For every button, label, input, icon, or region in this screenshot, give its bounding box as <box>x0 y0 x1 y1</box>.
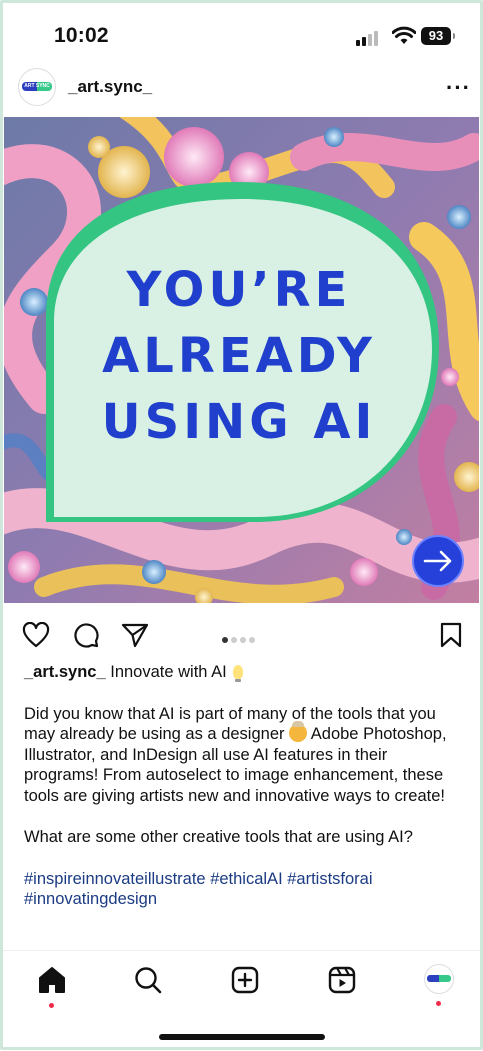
caption-question: What are some other creative tools that … <box>24 828 413 846</box>
headline-line: YOU’RE <box>126 262 352 318</box>
comment-icon[interactable] <box>73 622 99 648</box>
status-time: 10:02 <box>54 24 109 47</box>
carousel-dot <box>249 637 255 643</box>
post-image[interactable]: YOU’RE ALREADY USING AI <box>4 117 479 603</box>
arrow-right-icon <box>423 550 452 572</box>
caption-paragraph: Did you know that AI is part of many of … <box>24 704 459 807</box>
caption-hashtags[interactable]: #inspireinnovateillustrate #ethicalAI #a… <box>24 869 459 910</box>
headline-line: USING AI <box>101 394 377 450</box>
carousel-dot <box>222 637 228 643</box>
create-icon[interactable] <box>230 965 260 995</box>
search-icon[interactable] <box>133 965 163 995</box>
post-username[interactable]: _art.sync_ <box>68 77 152 97</box>
more-horizontal-icon[interactable]: ··· <box>446 75 471 101</box>
notification-dot <box>436 1001 441 1006</box>
carousel-dot <box>231 637 237 643</box>
caption-title-line: _art.sync_ Innovate with AI <box>24 662 459 683</box>
lightbulb-emoji-icon <box>233 665 244 682</box>
avatar-logo: ART SYNC <box>22 82 52 91</box>
image-headline: YOU’RE ALREADY USING AI <box>54 257 424 455</box>
caption-username[interactable]: _art.sync_ <box>24 663 106 681</box>
headline-line: ALREADY <box>102 328 376 384</box>
share-icon[interactable] <box>121 622 149 648</box>
reels-icon[interactable] <box>327 965 357 995</box>
battery-indicator: 93 <box>421 27 455 45</box>
bookmark-icon[interactable] <box>440 622 462 648</box>
avatar-logo <box>427 975 451 982</box>
profile-tab-avatar[interactable] <box>424 964 454 994</box>
heart-icon[interactable] <box>22 622 50 648</box>
notification-dot <box>49 1003 54 1008</box>
home-icon[interactable] <box>37 965 67 995</box>
wifi-icon <box>392 26 416 44</box>
profile-avatar[interactable]: ART SYNC <box>18 68 56 106</box>
cellular-signal-icon <box>356 30 380 46</box>
home-indicator <box>159 1034 325 1040</box>
mind-blown-emoji-icon <box>289 721 308 742</box>
carousel-dot <box>240 637 246 643</box>
carousel-next-button[interactable] <box>412 535 464 587</box>
post-actions <box>0 608 483 658</box>
post-header: ART SYNC _art.sync_ ··· <box>0 62 483 117</box>
post-caption: _art.sync_ Innovate with AI Did you know… <box>24 662 459 910</box>
caption-title: Innovate with AI <box>110 663 227 681</box>
carousel-indicator <box>222 630 258 648</box>
status-bar: 10:02 93 <box>0 0 483 62</box>
